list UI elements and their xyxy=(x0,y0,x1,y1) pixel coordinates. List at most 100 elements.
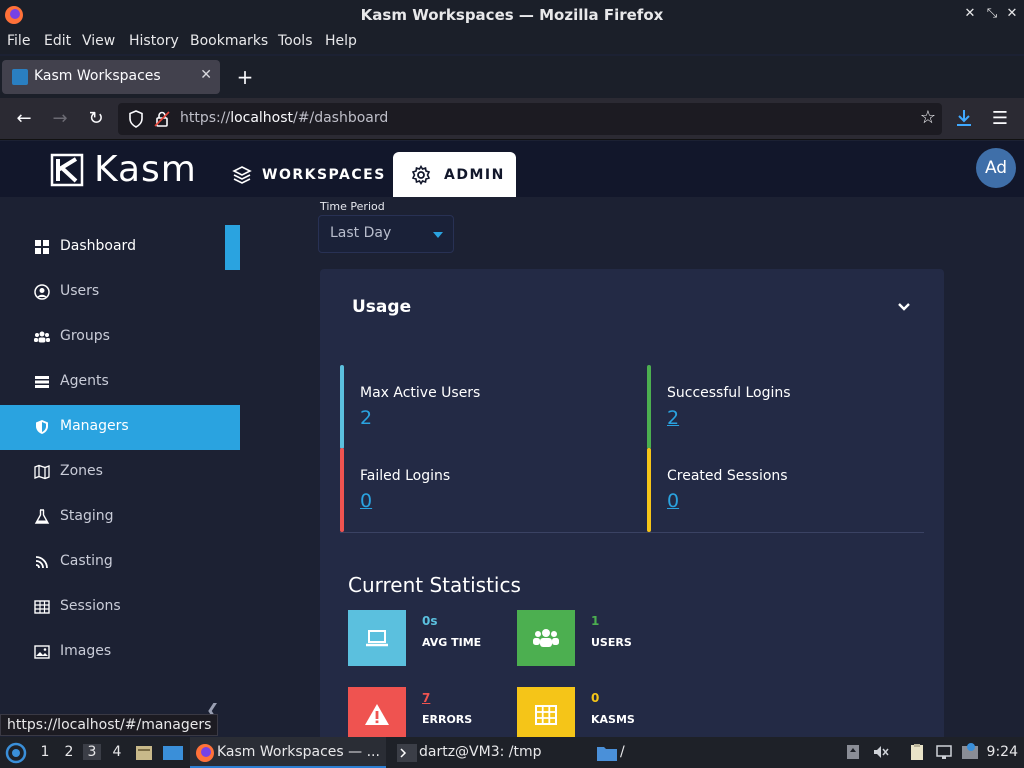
sidebar-item-sessions[interactable]: Sessions xyxy=(0,585,240,630)
grid-icon xyxy=(535,705,557,725)
metric-color-bar xyxy=(340,448,344,532)
sidebar: Dashboard Users Groups Agents Managers Z… xyxy=(0,197,240,737)
url-host: localhost xyxy=(230,110,294,126)
notification-icon[interactable] xyxy=(961,743,979,761)
stat-value: 0 xyxy=(591,691,600,705)
usage-card: Usage Max Active Users 2 Successful Logi… xyxy=(320,269,944,737)
time-period-label: Time Period xyxy=(320,200,385,213)
menubar: File Edit View History Bookmarks Tools H… xyxy=(0,30,1024,54)
caret-down-icon xyxy=(433,232,443,238)
sidebar-item-label: Users xyxy=(60,283,100,299)
tracking-shield-icon[interactable] xyxy=(126,109,146,129)
restore-icon[interactable]: ⤡ xyxy=(982,4,1002,24)
table-icon xyxy=(34,600,50,614)
kasm-logo-text: Kasm xyxy=(94,149,197,190)
task-terminal[interactable]: dartz@VM3: /tmp xyxy=(392,737,588,768)
avatar[interactable]: Ad xyxy=(976,148,1016,188)
workspace-3[interactable]: 3 xyxy=(83,744,101,760)
forward-button[interactable]: → xyxy=(47,106,73,132)
metric-value-link[interactable]: 2 xyxy=(667,407,679,429)
warning-icon xyxy=(365,704,389,725)
nav-workspaces-label: WORKSPACES xyxy=(262,167,386,183)
menu-file[interactable]: File xyxy=(7,33,30,49)
chevron-down-icon[interactable] xyxy=(894,297,914,317)
new-tab-button[interactable]: + xyxy=(232,64,258,90)
url-bar[interactable]: https://localhost/#/dashboard ☆ xyxy=(118,103,942,135)
workspace-4[interactable]: 4 xyxy=(108,744,126,760)
metric-created-sessions: Created Sessions 0 xyxy=(647,448,932,532)
back-button[interactable]: ← xyxy=(11,106,37,132)
browser-tab[interactable]: Kasm Workspaces ✕ xyxy=(2,60,220,94)
nav-workspaces[interactable]: WORKSPACES xyxy=(222,152,390,197)
stat-label: KASMS xyxy=(591,713,635,726)
tray-upload-icon[interactable] xyxy=(844,743,862,761)
nav-admin[interactable]: ADMIN xyxy=(393,152,516,197)
metric-color-bar xyxy=(647,365,651,449)
file-manager-launcher-icon[interactable] xyxy=(134,743,154,763)
cast-icon xyxy=(35,556,48,569)
metric-value-link[interactable]: 0 xyxy=(360,490,372,512)
sidebar-item-label: Staging xyxy=(60,508,114,524)
users-icon xyxy=(34,331,50,343)
metric-value-link[interactable]: 0 xyxy=(667,490,679,512)
close-tab-icon[interactable]: ✕ xyxy=(200,67,212,83)
user-circle-icon xyxy=(34,284,50,300)
menu-view[interactable]: View xyxy=(82,33,115,49)
metric-max-active-users: Max Active Users 2 xyxy=(340,365,625,449)
stat-tile xyxy=(517,610,575,666)
firefox-icon xyxy=(196,744,214,762)
map-icon xyxy=(34,464,50,480)
menu-help[interactable]: Help xyxy=(325,33,357,49)
shield-icon xyxy=(36,420,48,434)
volume-muted-icon[interactable] xyxy=(872,743,890,761)
window-titlebar: Kasm Workspaces — Mozilla Firefox ✕ ⤡ ✕ xyxy=(0,0,1024,30)
sidebar-item-dashboard[interactable]: Dashboard xyxy=(0,225,240,270)
sidebar-item-label: Casting xyxy=(60,553,113,569)
start-menu-icon[interactable] xyxy=(5,742,27,764)
minimize-icon[interactable]: ✕ xyxy=(960,4,980,24)
metric-label: Successful Logins xyxy=(667,385,791,401)
sidebar-item-casting[interactable]: Casting xyxy=(0,540,240,585)
sidebar-item-label: Groups xyxy=(60,328,110,344)
lock-icon[interactable] xyxy=(152,109,172,129)
download-icon[interactable] xyxy=(954,108,974,128)
url-text[interactable]: https://localhost/#/dashboard xyxy=(180,110,388,126)
image-icon xyxy=(34,645,50,659)
clock: 9:24 xyxy=(986,744,1018,760)
menu-bookmarks[interactable]: Bookmarks xyxy=(190,33,268,49)
sidebar-item-groups[interactable]: Groups xyxy=(0,315,240,360)
sidebar-item-label: Zones xyxy=(60,463,103,479)
time-period-select[interactable]: Last Day xyxy=(318,215,454,253)
menu-tools[interactable]: Tools xyxy=(278,33,313,49)
clipboard-icon[interactable] xyxy=(908,743,926,761)
flask-icon xyxy=(34,509,50,524)
sidebar-item-users[interactable]: Users xyxy=(0,270,240,315)
task-firefox[interactable]: Kasm Workspaces — ... xyxy=(190,737,386,768)
tab-title: Kasm Workspaces xyxy=(34,68,161,84)
hamburger-menu-icon[interactable]: ☰ xyxy=(987,106,1013,132)
metric-value: 2 xyxy=(360,407,373,429)
stat-tile xyxy=(348,610,406,666)
reload-button[interactable]: ↻ xyxy=(83,106,109,132)
stat-tile xyxy=(517,687,575,737)
sidebar-item-label: Managers xyxy=(60,418,129,434)
sidebar-item-staging[interactable]: Staging xyxy=(0,495,240,540)
workspace-1[interactable]: 1 xyxy=(36,744,54,760)
close-window-icon[interactable]: ✕ xyxy=(1002,4,1022,24)
desktop-icon[interactable] xyxy=(162,743,184,763)
sidebar-item-zones[interactable]: Zones xyxy=(0,450,240,495)
stat-value-link[interactable]: 7 xyxy=(422,691,430,705)
menu-edit[interactable]: Edit xyxy=(44,33,71,49)
task-folder[interactable]: / xyxy=(594,737,714,768)
sidebar-item-managers[interactable]: Managers xyxy=(0,405,240,450)
network-icon[interactable] xyxy=(935,743,953,761)
navigation-bar: ← → ↻ https://localhost/#/dashboard ☆ ☰ xyxy=(0,98,1024,140)
menu-history[interactable]: History xyxy=(129,33,179,49)
sidebar-item-images[interactable]: Images xyxy=(0,630,240,675)
sidebar-item-agents[interactable]: Agents xyxy=(0,360,240,405)
kasm-logo[interactable]: Kasm xyxy=(50,149,200,191)
workspace-2[interactable]: 2 xyxy=(60,744,78,760)
main-content: Time Period Last Day Usage Max Active Us… xyxy=(240,197,1024,737)
task-label: / xyxy=(620,744,625,760)
bookmark-star-icon[interactable]: ☆ xyxy=(920,107,936,128)
